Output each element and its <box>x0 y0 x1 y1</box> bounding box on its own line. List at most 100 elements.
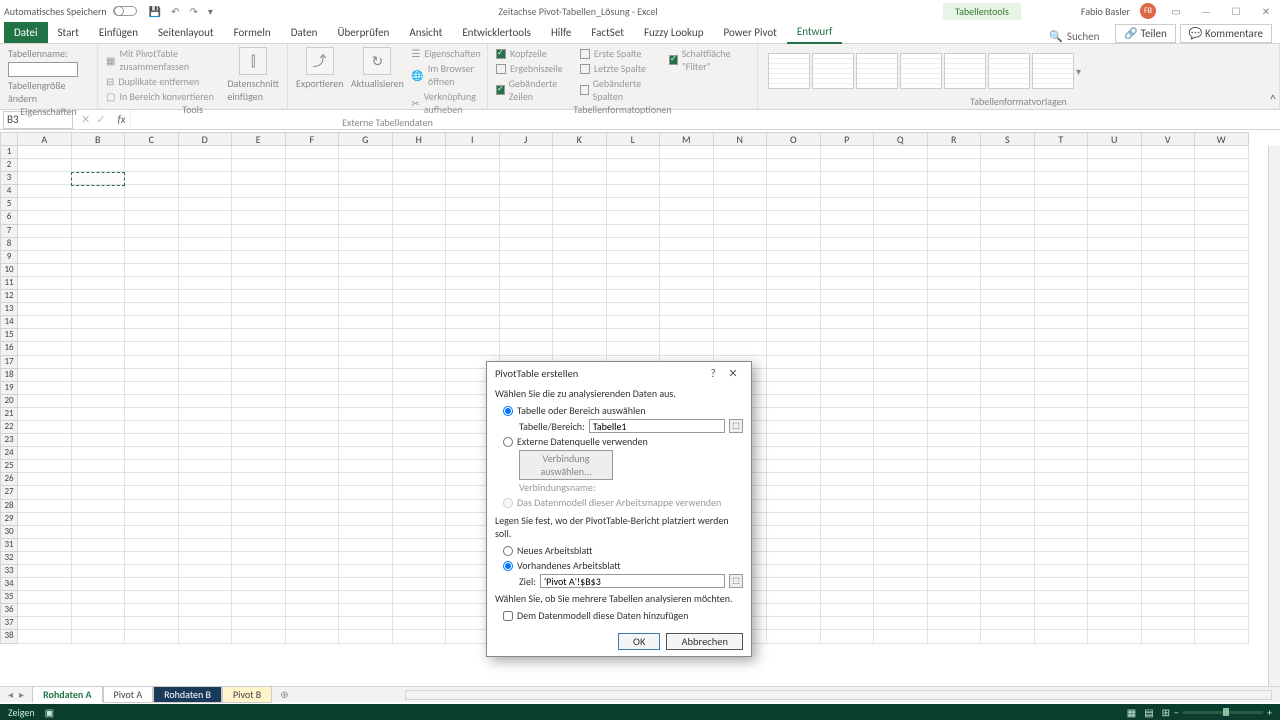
cell[interactable] <box>179 316 233 329</box>
cell[interactable] <box>179 382 233 395</box>
cell[interactable] <box>874 513 928 526</box>
cell[interactable] <box>18 630 72 643</box>
cell[interactable] <box>874 552 928 565</box>
chk-filter[interactable] <box>669 55 678 65</box>
cell[interactable] <box>1035 316 1089 329</box>
row-header[interactable]: 21 <box>0 408 18 421</box>
cell[interactable] <box>1195 277 1249 290</box>
cell[interactable] <box>393 146 447 159</box>
cell[interactable] <box>1195 382 1249 395</box>
cell[interactable] <box>232 185 286 198</box>
table-name-input[interactable] <box>8 62 78 77</box>
cell[interactable] <box>874 539 928 552</box>
col-header[interactable]: K <box>553 132 607 146</box>
cell[interactable] <box>874 434 928 447</box>
cell[interactable] <box>179 513 233 526</box>
cell[interactable] <box>125 565 179 578</box>
cell[interactable] <box>18 146 72 159</box>
chk-banded-rows[interactable] <box>496 85 505 95</box>
cell[interactable] <box>286 185 340 198</box>
cell[interactable] <box>981 369 1035 382</box>
cell[interactable] <box>232 264 286 277</box>
col-header[interactable]: L <box>607 132 661 146</box>
cell[interactable] <box>981 591 1035 604</box>
cell[interactable] <box>660 238 714 251</box>
cell[interactable] <box>232 290 286 303</box>
cell[interactable] <box>981 329 1035 342</box>
chk-header[interactable] <box>496 49 506 59</box>
cell[interactable] <box>339 172 393 185</box>
cell[interactable] <box>1195 617 1249 630</box>
cell[interactable] <box>18 434 72 447</box>
cell[interactable] <box>179 356 233 369</box>
autosave-toggle[interactable] <box>113 6 137 16</box>
cell[interactable] <box>874 264 928 277</box>
cell[interactable] <box>393 500 447 513</box>
cell[interactable] <box>500 198 554 211</box>
cell[interactable] <box>1195 303 1249 316</box>
cell[interactable] <box>767 277 821 290</box>
cell[interactable] <box>393 342 447 355</box>
cell[interactable] <box>1088 198 1142 211</box>
cell[interactable] <box>1035 146 1089 159</box>
cell[interactable] <box>232 146 286 159</box>
cell[interactable] <box>821 408 875 421</box>
cell[interactable] <box>981 513 1035 526</box>
cell[interactable] <box>821 486 875 499</box>
col-header[interactable]: Q <box>874 132 928 146</box>
cell[interactable] <box>1035 473 1089 486</box>
cell[interactable] <box>1195 356 1249 369</box>
cell[interactable] <box>232 159 286 172</box>
cell[interactable] <box>232 447 286 460</box>
cell[interactable] <box>232 251 286 264</box>
cell[interactable] <box>286 630 340 643</box>
cell[interactable] <box>607 198 661 211</box>
cell[interactable] <box>393 447 447 460</box>
cell[interactable] <box>125 198 179 211</box>
tab-file[interactable]: Datei <box>4 22 48 43</box>
cell[interactable] <box>232 473 286 486</box>
cell[interactable] <box>928 382 982 395</box>
dialog-close-icon[interactable]: ✕ <box>723 367 743 380</box>
cell[interactable] <box>1088 395 1142 408</box>
cell[interactable] <box>232 198 286 211</box>
cell[interactable] <box>928 552 982 565</box>
col-header[interactable]: S <box>981 132 1035 146</box>
tab-entwurf[interactable]: Entwurf <box>787 21 843 44</box>
cell[interactable] <box>714 329 768 342</box>
cell[interactable] <box>981 264 1035 277</box>
cell[interactable] <box>767 526 821 539</box>
cell[interactable] <box>660 198 714 211</box>
cell[interactable] <box>232 329 286 342</box>
cell[interactable] <box>981 578 1035 591</box>
cell[interactable] <box>72 251 126 264</box>
cell[interactable] <box>72 552 126 565</box>
row-header[interactable]: 16 <box>0 342 18 355</box>
cell[interactable] <box>286 159 340 172</box>
cell[interactable] <box>72 526 126 539</box>
cell[interactable] <box>179 303 233 316</box>
cell[interactable] <box>125 185 179 198</box>
tab-entwicklertools[interactable]: Entwicklertools <box>452 22 541 43</box>
cell[interactable] <box>928 565 982 578</box>
col-header[interactable]: V <box>1142 132 1196 146</box>
cell[interactable] <box>607 172 661 185</box>
cell[interactable] <box>821 382 875 395</box>
cell[interactable] <box>446 316 500 329</box>
cell[interactable] <box>18 447 72 460</box>
tab-powerpivot[interactable]: Power Pivot <box>713 22 786 43</box>
cell[interactable] <box>339 578 393 591</box>
cell[interactable] <box>714 316 768 329</box>
style-thumb[interactable] <box>812 53 854 89</box>
cell[interactable] <box>339 617 393 630</box>
cell[interactable] <box>286 316 340 329</box>
cell[interactable] <box>1195 159 1249 172</box>
cell[interactable] <box>232 539 286 552</box>
tab-formeln[interactable]: Formeln <box>224 22 281 43</box>
cell[interactable] <box>981 159 1035 172</box>
cell[interactable] <box>232 303 286 316</box>
cell[interactable] <box>874 238 928 251</box>
cell[interactable] <box>286 473 340 486</box>
cell[interactable] <box>874 329 928 342</box>
cell[interactable] <box>1142 342 1196 355</box>
